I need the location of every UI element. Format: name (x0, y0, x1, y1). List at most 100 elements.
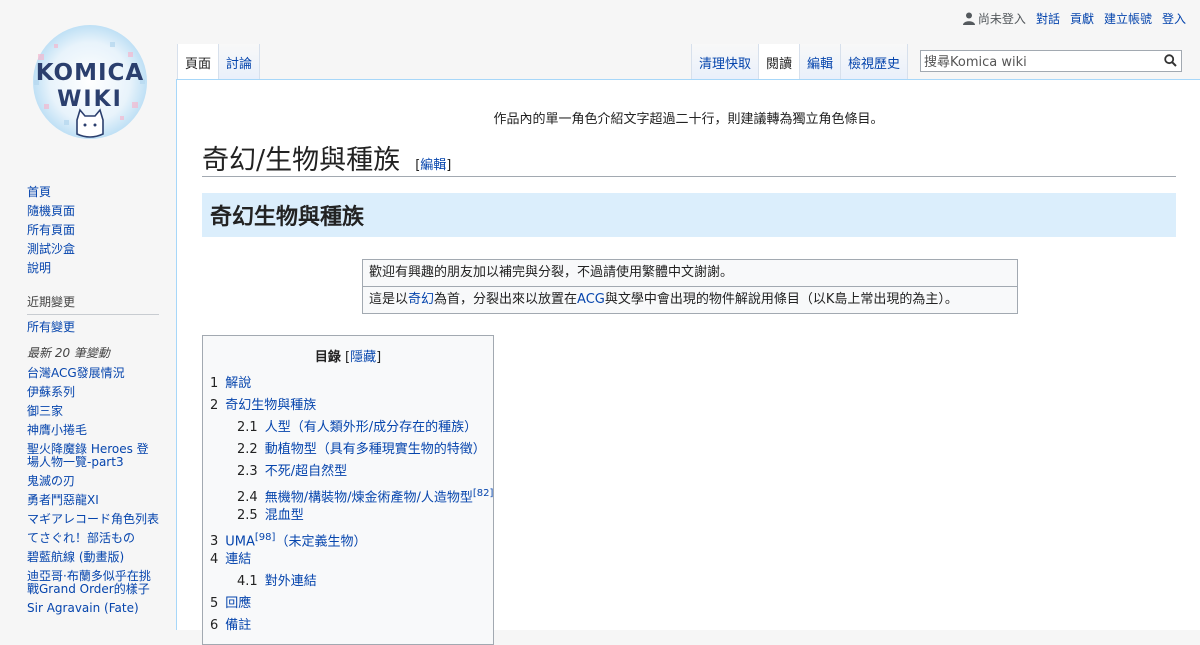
toc-link[interactable]: 解說 (225, 376, 251, 391)
tab-read[interactable]: 閱讀 (758, 44, 800, 79)
komica-wiki-logo: KOMICA WIKI (33, 25, 147, 139)
namespace-tabs: 頁面 討論 (177, 44, 261, 80)
recent-change-link[interactable]: 迪亞哥·布蘭多似乎在挑戰Grand Order的樣子 (27, 569, 151, 596)
toc-link[interactable]: 連結 (225, 552, 251, 567)
nav-help[interactable]: 說明 (27, 261, 51, 275)
toc-number: 2.4 (237, 490, 258, 506)
tab-edit[interactable]: 編輯 (799, 44, 841, 79)
toc-item[interactable]: 2.2 動植物型（具有多種現實生物的特徵） (203, 439, 493, 461)
recent-change-link[interactable]: 碧藍航線 (動畫版) (27, 550, 124, 564)
recent-change-link[interactable]: 鬼滅の刃 (27, 474, 75, 488)
toc-item[interactable]: 2.3 不死/超自然型 (203, 461, 493, 483)
search-input[interactable] (921, 52, 1157, 73)
toc-link[interactable]: UMA (225, 534, 255, 549)
toc-bracket-open: [ (340, 350, 351, 365)
edit-link[interactable]: 編輯 (420, 158, 446, 173)
site-logo[interactable]: KOMICA WIKI (24, 24, 156, 140)
recent-change-link[interactable]: 台灣ACG發展情況 (27, 366, 125, 380)
nav-home[interactable]: 首頁 (27, 185, 51, 199)
toc-header: 目錄 [隱藏] (203, 346, 493, 365)
toc-link[interactable]: （未定義生物） (275, 534, 366, 549)
toc-list: 1 解說 2 奇幻生物與種族 2.1 人型（有人類外形/成分存在的種族） 2.2 動植物… (203, 373, 493, 637)
toc-number: 2 (210, 398, 219, 413)
site-notice: 作品內的單一角色介紹文字超過二十行，則建議轉為獨立角色條目。 (493, 112, 884, 127)
tab-discussion[interactable]: 討論 (218, 44, 261, 79)
main-navigation: 首頁 隨機頁面 所有頁面 測試沙盒 說明 (27, 186, 159, 275)
tab-history[interactable]: 檢視歷史 (840, 44, 909, 79)
fantasy-link[interactable]: 奇幻 (408, 292, 434, 307)
notice-text: 與文學中會出現的物件解說用條目（以K島上常出現的為主）。 (604, 292, 958, 307)
recent-change-link[interactable]: マギアレコード角色列表 (27, 512, 159, 526)
toc-footnote-ref[interactable]: [82] (473, 488, 494, 499)
contributions-link[interactable]: 貢獻 (1070, 10, 1094, 27)
edit-bracket-close: ] (446, 158, 452, 173)
notice-row-1: 歡迎有興趣的朋友加以補完與分裂，不過請使用繁體中文謝謝。 (369, 265, 734, 280)
recent-change-link[interactable]: 勇者鬥惡龍XI (27, 493, 99, 507)
toc-link[interactable]: 動植物型（具有多種現實生物的特徵） (265, 442, 486, 457)
nav-all-changes[interactable]: 所有變更 (27, 320, 75, 334)
toc-link[interactable]: 無機物/構裝物/煉金術產物/人造物型 (265, 490, 473, 505)
talk-link[interactable]: 對話 (1036, 10, 1060, 27)
create-account-link[interactable]: 建立帳號 (1104, 10, 1152, 27)
tab-purge[interactable]: 清理快取 (691, 44, 759, 79)
toc-item[interactable]: 1 解說 (203, 373, 493, 395)
recent-change-link[interactable]: てさぐれ！部活もの (27, 531, 135, 545)
toc-link[interactable]: 奇幻生物與種族 (225, 398, 316, 413)
page-title: 奇幻/生物與種族 (202, 145, 401, 176)
nav-sandbox[interactable]: 測試沙盒 (27, 242, 75, 256)
recent-change-link[interactable]: 伊蘇系列 (27, 385, 75, 399)
toc-bracket-close: ] (376, 350, 382, 365)
login-link[interactable]: 登入 (1162, 10, 1186, 27)
recent-change-link[interactable]: 御三家 (27, 404, 63, 418)
toc-title: 目錄 (314, 350, 341, 365)
toc-item[interactable]: 2 奇幻生物與種族 (203, 395, 493, 417)
notice-text: 為首，分裂出來以放置在 (434, 292, 578, 307)
toc-footnote-ref[interactable]: [98] (255, 532, 276, 543)
nav-all-pages[interactable]: 所有頁面 (27, 223, 75, 237)
nav-random-page[interactable]: 隨機頁面 (27, 204, 75, 218)
table-of-contents: 目錄 [隱藏] 1 解說 2 奇幻生物與種族 2.1 人型（有人類外形/成分存在的種族… (202, 335, 494, 645)
recent-change-link[interactable]: 聖火降魔錄 Heroes 登場人物一覽-part3 (27, 442, 149, 469)
toc-link[interactable]: 不死/超自然型 (265, 464, 347, 479)
toc-link[interactable]: 回應 (225, 596, 251, 611)
search-icon[interactable] (1164, 54, 1177, 67)
page-heading: 奇幻/生物與種族 [編輯] (202, 138, 1176, 177)
toc-link[interactable]: 備註 (225, 618, 251, 633)
toc-number: 6 (210, 618, 219, 633)
toc-item[interactable]: 2.5 混血型 (203, 505, 493, 527)
content-area: 作品內的單一角色介紹文字超過二十行，則建議轉為獨立角色條目。 奇幻/生物與種族 … (176, 79, 1200, 645)
toc-link[interactable]: 混血型 (265, 508, 304, 523)
latest-changes-list: 台灣ACG發展情況 伊蘇系列 御三家 神膺小捲毛 聖火降魔錄 Heroes 登場… (27, 367, 159, 615)
recent-change-link[interactable]: 神膺小捲毛 (27, 423, 87, 437)
toc-item[interactable]: 4 連結 (203, 549, 493, 571)
notice-box: 歡迎有興趣的朋友加以補完與分裂，不過請使用繁體中文謝謝。 這是以奇幻為首，分裂出… (362, 259, 1018, 314)
toc-number: 2.5 (237, 508, 258, 523)
toc-item[interactable]: 6 備註 (203, 615, 493, 637)
toc-hide-link[interactable]: 隱藏 (350, 350, 376, 365)
tab-page[interactable]: 頁面 (177, 44, 219, 79)
toc-link[interactable]: 對外連結 (265, 574, 317, 589)
latest-changes-header: 最新 20 筆變動 (27, 346, 110, 360)
view-tabs: 清理快取 閱讀 編輯 檢視歷史 (691, 44, 909, 80)
toc-number: 2.1 (237, 420, 258, 435)
title-banner: 奇幻生物與種族 (202, 193, 1176, 237)
recent-changes-header: 近期變更 (27, 293, 159, 315)
toc-item[interactable]: 3 UMA[98]（未定義生物） (203, 527, 493, 549)
toc-link[interactable]: 人型（有人類外形/成分存在的種族） (265, 420, 477, 435)
logo-text-2: WIKI (57, 87, 123, 112)
section-edit: [編輯] (415, 158, 451, 173)
personal-tools: 尚未登入 對話 貢獻 建立帳號 登入 (962, 10, 1186, 27)
acg-link[interactable]: ACG (577, 292, 605, 307)
toc-item[interactable]: 5 回應 (203, 593, 493, 615)
notice-row-2: 這是以奇幻為首，分裂出來以放置在ACG與文學中會出現的物件解說用條目（以K島上常… (363, 286, 1017, 313)
toc-item[interactable]: 4.1 對外連結 (203, 571, 493, 593)
toc-number: 2.2 (237, 442, 258, 457)
toc-item[interactable]: 2.4 無機物/構裝物/煉金術產物/人造物型[82] (203, 483, 493, 505)
toc-item[interactable]: 2.1 人型（有人類外形/成分存在的種族） (203, 417, 493, 439)
user-status: 尚未登入 (962, 10, 1026, 27)
user-icon (962, 12, 975, 25)
recent-change-link[interactable]: Sir Agravain (Fate) (27, 601, 139, 615)
logo-text-1: KOMICA (36, 60, 144, 86)
toc-number: 4 (210, 552, 219, 567)
toc-number: 2.3 (237, 464, 258, 479)
